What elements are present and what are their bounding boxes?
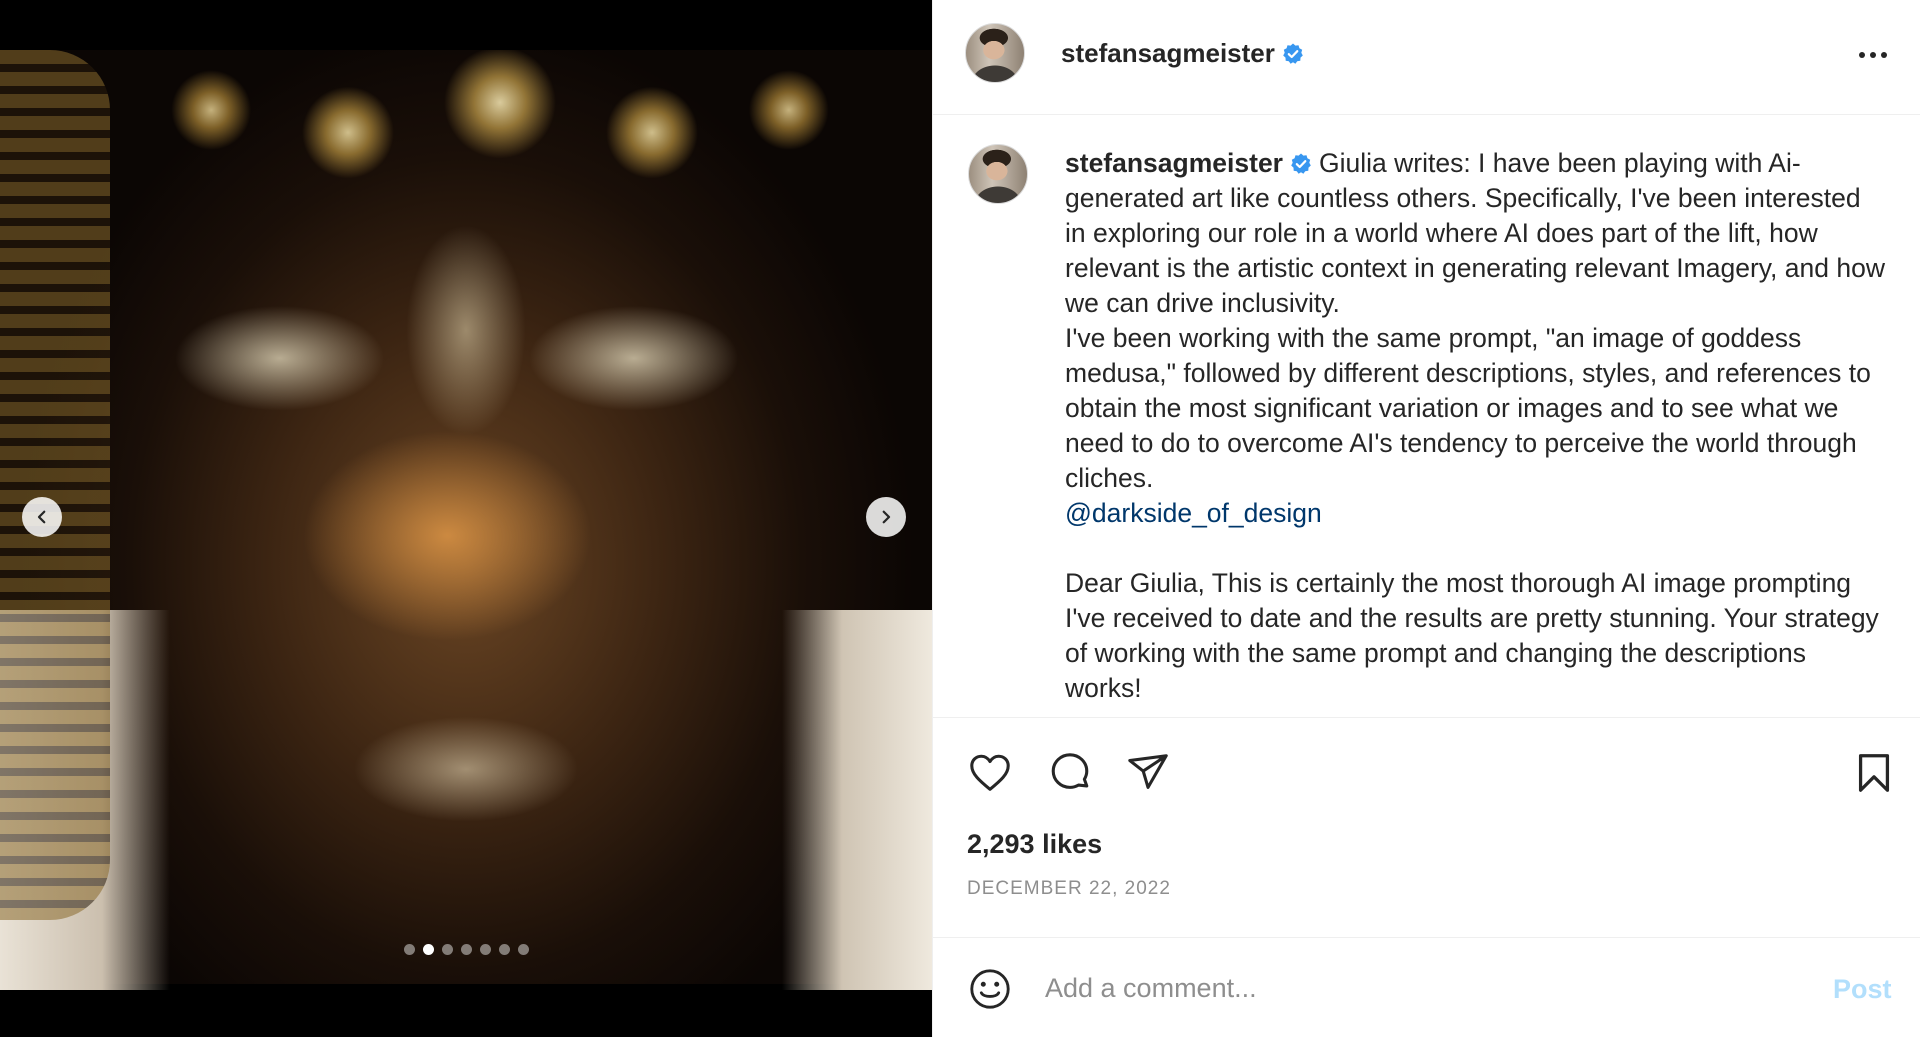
- post-actions: 2,293 likes DECEMBER 22, 2022: [933, 717, 1920, 937]
- author-username[interactable]: stefansagmeister: [1061, 38, 1305, 69]
- carousel-dot: [441, 944, 453, 955]
- save-button[interactable]: [1849, 748, 1899, 798]
- share-button[interactable]: [1123, 748, 1173, 798]
- like-button[interactable]: [965, 748, 1015, 798]
- caption-mention-line: @darkside_of_design: [1065, 496, 1885, 531]
- post-header: stefansagmeister: [933, 0, 1920, 115]
- likes-count[interactable]: 2,293 likes: [967, 829, 1102, 860]
- chevron-left-icon: [37, 510, 46, 524]
- carousel-dot: [422, 944, 434, 955]
- chevron-right-icon: [882, 510, 891, 524]
- post-media: [0, 0, 932, 1037]
- carousel-dot: [460, 944, 472, 955]
- comment-bar: Post: [933, 937, 1920, 1037]
- carousel-dot: [403, 944, 415, 955]
- carousel-dot: [479, 944, 491, 955]
- more-options-button[interactable]: [1851, 40, 1895, 70]
- carousel-next-button[interactable]: [866, 497, 906, 537]
- more-horizontal-icon: [1859, 52, 1865, 58]
- comment-button[interactable]: [1045, 748, 1095, 798]
- carousel-indicator: [0, 944, 932, 955]
- caption-reply: Dear Giulia, This is certainly the most …: [1065, 568, 1879, 703]
- caption-paragraph-2: I've been working with the same prompt, …: [1065, 323, 1871, 493]
- carousel-dot: [517, 944, 529, 955]
- author-avatar[interactable]: [965, 23, 1025, 83]
- carousel-prev-button[interactable]: [22, 497, 62, 537]
- image-hair-detail: [0, 50, 110, 920]
- post-comment-button[interactable]: Post: [1833, 974, 1892, 1005]
- verified-badge-icon: [1283, 43, 1303, 64]
- author-username-text: stefansagmeister: [1061, 38, 1275, 68]
- smiley-icon: [970, 969, 1010, 1009]
- caption-username[interactable]: stefansagmeister: [1065, 148, 1283, 178]
- more-horizontal-icon-dot: [1881, 52, 1887, 58]
- verified-badge-icon: [1291, 153, 1311, 174]
- emoji-button[interactable]: [965, 964, 1015, 1014]
- post-image[interactable]: [0, 50, 932, 990]
- image-background-right: [782, 610, 932, 990]
- carousel-dot: [498, 944, 510, 955]
- caption-text: stefansagmeister Giulia writes: I have b…: [1065, 146, 1885, 706]
- caption-section: stefansagmeister Giulia writes: I have b…: [933, 116, 1920, 716]
- mention-link[interactable]: @darkside_of_design: [1065, 498, 1322, 528]
- caption-paragraph-1: stefansagmeister Giulia writes: I have b…: [1065, 146, 1885, 321]
- paper-plane-icon: [1128, 754, 1168, 789]
- post-date: DECEMBER 22, 2022: [967, 878, 1171, 899]
- comment-icon: [1051, 753, 1089, 789]
- post-detail-panel: stefansagmeister stefansagmeister Giulia…: [932, 0, 1920, 1037]
- heart-icon: [970, 754, 1010, 791]
- comment-input[interactable]: [1045, 966, 1745, 1010]
- more-horizontal-icon-dot: [1870, 52, 1876, 58]
- caption-author-avatar[interactable]: [968, 144, 1028, 204]
- image-crown-detail: [120, 50, 880, 200]
- bookmark-icon: [1858, 754, 1890, 792]
